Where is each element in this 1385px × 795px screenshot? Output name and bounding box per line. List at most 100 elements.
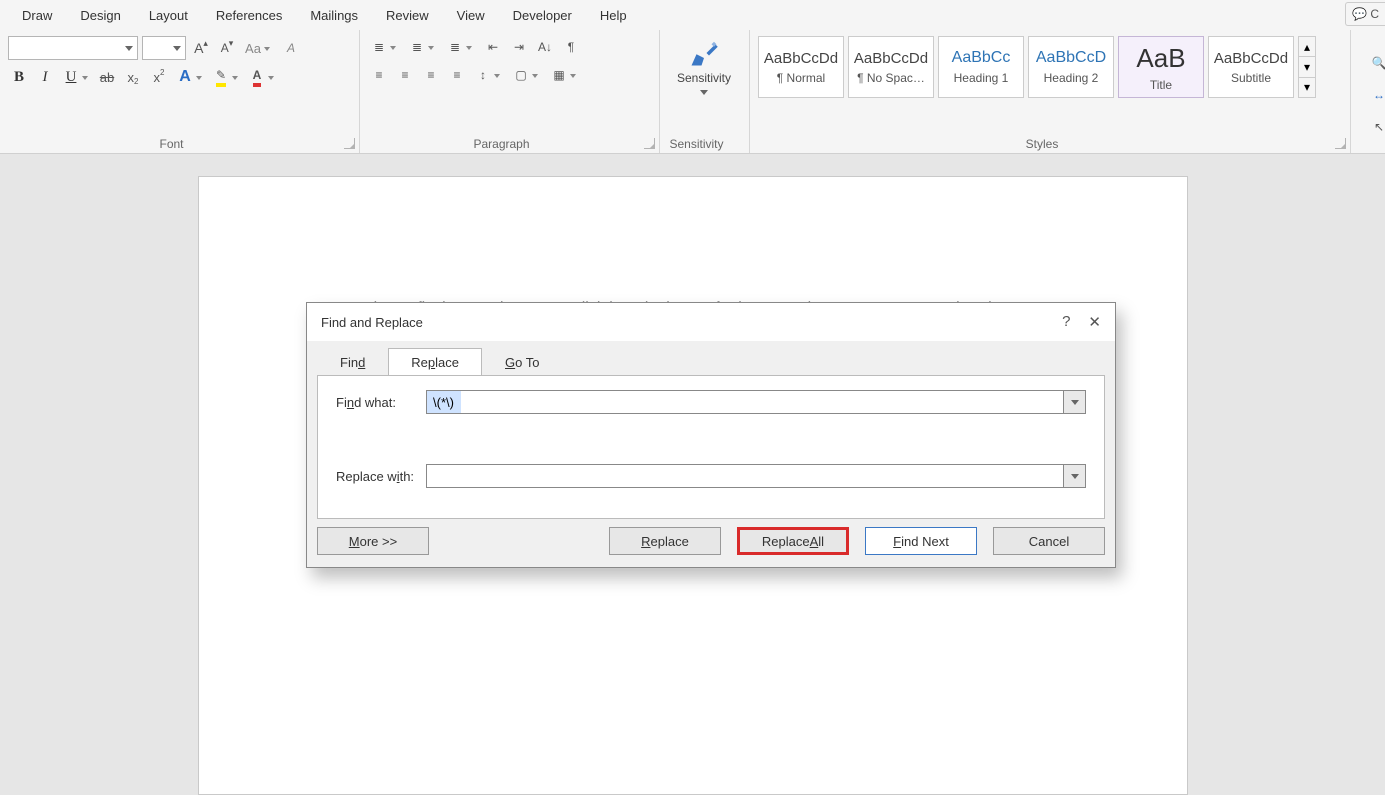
style-name: ¶ Normal — [777, 71, 825, 85]
tab-design[interactable]: Design — [66, 2, 134, 29]
comments-label: C — [1370, 7, 1379, 21]
help-icon[interactable]: ? — [1062, 313, 1070, 331]
style-name: Heading 1 — [954, 71, 1009, 85]
find-next-button[interactable]: Find Next — [865, 527, 977, 555]
find-icon[interactable]: 🔍 — [1372, 56, 1385, 70]
style-gallery-scroll[interactable]: ▴▾▾ — [1298, 36, 1316, 98]
replace-icon[interactable]: ↔ — [1373, 88, 1385, 102]
replace-with-label: Replace with: — [336, 469, 426, 484]
tab-developer[interactable]: Developer — [499, 2, 586, 29]
dialog-titlebar: Find and Replace ? ✕ — [307, 303, 1115, 341]
dialog-tabs: Find Replace Go To — [307, 343, 1115, 375]
tab-replace[interactable]: Replace — [388, 348, 482, 376]
paragraph-dialog-launcher[interactable] — [644, 138, 655, 149]
styles-dialog-launcher[interactable] — [1335, 138, 1346, 149]
style-name: Heading 2 — [1044, 71, 1099, 85]
find-replace-dialog: Find and Replace ? ✕ Find Replace Go To … — [306, 302, 1116, 568]
group-styles-label: Styles — [750, 137, 1334, 151]
dialog-title: Find and Replace — [321, 315, 423, 330]
replace-with-input[interactable] — [427, 465, 1063, 487]
shading-icon[interactable]: ▢ — [510, 64, 532, 86]
font-color-icon[interactable]: A — [246, 66, 268, 88]
gallery-more-icon[interactable]: ▾ — [1299, 78, 1315, 97]
sensitivity-icon — [685, 36, 723, 70]
shrink-font-icon[interactable]: A▾ — [216, 37, 238, 59]
font-dialog-launcher[interactable] — [344, 138, 355, 149]
dialog-buttons: More >> Replace Replace All Find Next Ca… — [307, 527, 1115, 567]
sort-icon[interactable]: A↓ — [534, 36, 556, 58]
find-what-combo[interactable] — [426, 390, 1086, 414]
style-tile--no-spac-[interactable]: AaBbCcDd ¶ No Spac… — [848, 36, 934, 98]
style-name: Subtitle — [1231, 71, 1271, 85]
styles-gallery: AaBbCcDd¶ NormalAaBbCcDd¶ No Spac…AaBbCc… — [758, 36, 1342, 98]
gallery-up-icon[interactable]: ▴ — [1299, 37, 1315, 57]
numbering-icon[interactable]: ≣ — [406, 36, 428, 58]
select-icon[interactable]: ↖ — [1374, 120, 1384, 134]
tab-help[interactable]: Help — [586, 2, 641, 29]
comments-button[interactable]: 💬 C — [1345, 2, 1385, 26]
highlight-icon[interactable]: ✎ — [210, 66, 232, 88]
underline-icon[interactable]: U — [60, 66, 82, 88]
style-preview: AaBbCcDd — [854, 50, 928, 67]
font-size-combo[interactable] — [142, 36, 186, 60]
style-tile-heading-2[interactable]: AaBbCcD Heading 2 — [1028, 36, 1114, 98]
replace-button[interactable]: Replace — [609, 527, 721, 555]
align-left-icon[interactable]: ≡ — [368, 64, 390, 86]
style-tile-heading-1[interactable]: AaBbCcHeading 1 — [938, 36, 1024, 98]
justify-icon[interactable]: ≡ — [446, 64, 468, 86]
decrease-indent-icon[interactable]: ⇤ — [482, 36, 504, 58]
group-sensitivity: Sensitivity Sensitivity — [660, 30, 750, 153]
superscript-icon[interactable]: x2 — [148, 66, 170, 88]
replace-with-dropdown[interactable] — [1063, 465, 1085, 487]
style-preview: AaB — [1136, 43, 1185, 74]
find-what-dropdown[interactable] — [1063, 391, 1085, 413]
style-preview: AaBbCcD — [1036, 49, 1106, 67]
group-font: A▴ A▾ Aa A B I U ab x2 x2 A ✎ A Font — [0, 30, 360, 153]
change-case-icon[interactable]: Aa — [242, 37, 264, 59]
group-editing: 🔍 ↔ ↖ — [1351, 30, 1385, 153]
gallery-down-icon[interactable]: ▾ — [1299, 57, 1315, 77]
style-preview: AaBbCcDd — [1214, 50, 1288, 67]
bullets-icon[interactable]: ≣ — [368, 36, 390, 58]
group-styles: AaBbCcDd¶ NormalAaBbCcDd¶ No Spac…AaBbCc… — [750, 30, 1351, 153]
tab-view[interactable]: View — [443, 2, 499, 29]
tab-review[interactable]: Review — [372, 2, 443, 29]
increase-indent-icon[interactable]: ⇥ — [508, 36, 530, 58]
grow-font-icon[interactable]: A▴ — [190, 37, 212, 59]
line-spacing-icon[interactable]: ↕ — [472, 64, 494, 86]
tab-references[interactable]: References — [202, 2, 296, 29]
subscript-icon[interactable]: x2 — [122, 66, 144, 88]
close-icon[interactable]: ✕ — [1088, 313, 1101, 331]
tab-mailings[interactable]: Mailings — [296, 2, 372, 29]
clear-format-icon[interactable]: A — [280, 37, 302, 59]
more-button[interactable]: More >> — [317, 527, 429, 555]
find-what-input[interactable] — [427, 391, 1063, 413]
style-name: ¶ No Spac… — [857, 71, 925, 85]
tab-find[interactable]: Find — [317, 348, 388, 376]
group-paragraph: ≣ ≣ ≣ ⇤ ⇥ A↓ ¶ ≡ ≡ ≡ ≡ ↕ ▢ ▦ Paragraph — [360, 30, 660, 153]
style-name: Title — [1150, 78, 1172, 92]
style-tile--normal[interactable]: AaBbCcDd¶ Normal — [758, 36, 844, 98]
bold-icon[interactable]: B — [8, 66, 30, 88]
ribbon-tabs: Draw Design Layout References Mailings R… — [0, 0, 1385, 30]
sensitivity-button[interactable]: Sensitivity — [668, 36, 740, 98]
cancel-button[interactable]: Cancel — [993, 527, 1105, 555]
italic-icon[interactable]: I — [34, 66, 56, 88]
text-effects-icon[interactable]: A — [174, 66, 196, 88]
align-right-icon[interactable]: ≡ — [420, 64, 442, 86]
show-marks-icon[interactable]: ¶ — [560, 36, 582, 58]
group-paragraph-label: Paragraph — [360, 137, 643, 151]
font-family-combo[interactable] — [8, 36, 138, 60]
borders-icon[interactable]: ▦ — [548, 64, 570, 86]
tab-layout[interactable]: Layout — [135, 2, 202, 29]
strikethrough-icon[interactable]: ab — [96, 66, 118, 88]
tab-goto[interactable]: Go To — [482, 348, 562, 376]
style-tile-subtitle[interactable]: AaBbCcDd Subtitle — [1208, 36, 1294, 98]
tab-draw[interactable]: Draw — [8, 2, 66, 29]
align-center-icon[interactable]: ≡ — [394, 64, 416, 86]
ribbon: A▴ A▾ Aa A B I U ab x2 x2 A ✎ A Font — [0, 30, 1385, 154]
multilevel-icon[interactable]: ≣ — [444, 36, 466, 58]
replace-all-button[interactable]: Replace All — [737, 527, 849, 555]
replace-with-combo[interactable] — [426, 464, 1086, 488]
style-tile-title[interactable]: AaB Title — [1118, 36, 1204, 98]
